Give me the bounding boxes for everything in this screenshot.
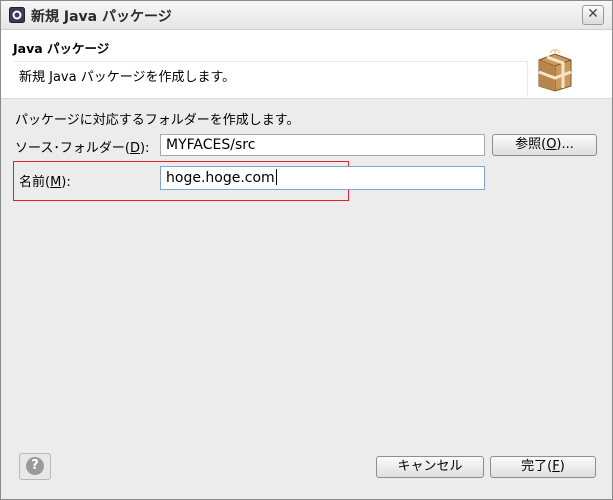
cancel-button[interactable]: キャンセル — [376, 456, 484, 478]
finish-button[interactable]: 完了(F) — [490, 456, 596, 478]
close-icon: ✕ — [587, 6, 599, 22]
name-label-pre: 名前( — [19, 175, 51, 190]
browse-mnemonic: O — [546, 137, 557, 152]
package-name-field[interactable]: hoge.hoge.com — [160, 166, 485, 190]
source-folder-label: ソース･フォルダー(D): — [15, 137, 149, 156]
finish-mnemonic: F — [552, 459, 560, 474]
form-description: パッケージに対応するフォルダーを作成します。 — [15, 113, 300, 128]
wizard-page-title: Java パッケージ — [13, 41, 110, 56]
source-folder-label-post: ): — [139, 141, 150, 156]
name-label-post: ): — [61, 175, 71, 190]
eclipse-app-icon — [9, 7, 25, 23]
wizard-header: Java パッケージ 新規 Java パッケージを作成します。 — [1, 30, 612, 99]
source-folder-field[interactable]: MYFACES/src — [160, 134, 485, 156]
source-folder-value: MYFACES/src — [166, 137, 256, 153]
new-java-package-dialog: 新規 Java パッケージ ✕ Java パッケージ 新規 Java パッケージ… — [0, 0, 613, 500]
browse-button[interactable]: 参照(O)... — [492, 134, 597, 156]
title-bar[interactable]: 新規 Java パッケージ ✕ — [1, 1, 612, 30]
source-folder-label-pre: ソース･フォルダー( — [15, 141, 130, 156]
cancel-label: キャンセル — [397, 459, 463, 474]
browse-label-pre: 参照( — [515, 137, 547, 152]
text-caret — [275, 169, 277, 185]
browse-label-post: )... — [556, 137, 574, 152]
name-label: 名前(M): — [19, 171, 71, 190]
wizard-message-text: 新規 Java パッケージを作成します。 — [19, 70, 236, 85]
finish-label-post: ) — [559, 459, 565, 474]
source-folder-mnemonic: D — [129, 141, 140, 156]
finish-label-pre: 完了( — [521, 459, 553, 474]
package-icon — [538, 48, 572, 92]
name-mnemonic: M — [50, 175, 62, 190]
help-icon: ? — [26, 457, 44, 475]
package-name-value: hoge.hoge.com — [166, 170, 275, 186]
help-button[interactable]: ? — [19, 453, 51, 480]
close-button[interactable]: ✕ — [582, 5, 604, 25]
wizard-message: 新規 Java パッケージを作成します。 — [13, 61, 528, 97]
window-title: 新規 Java パッケージ — [31, 9, 172, 25]
